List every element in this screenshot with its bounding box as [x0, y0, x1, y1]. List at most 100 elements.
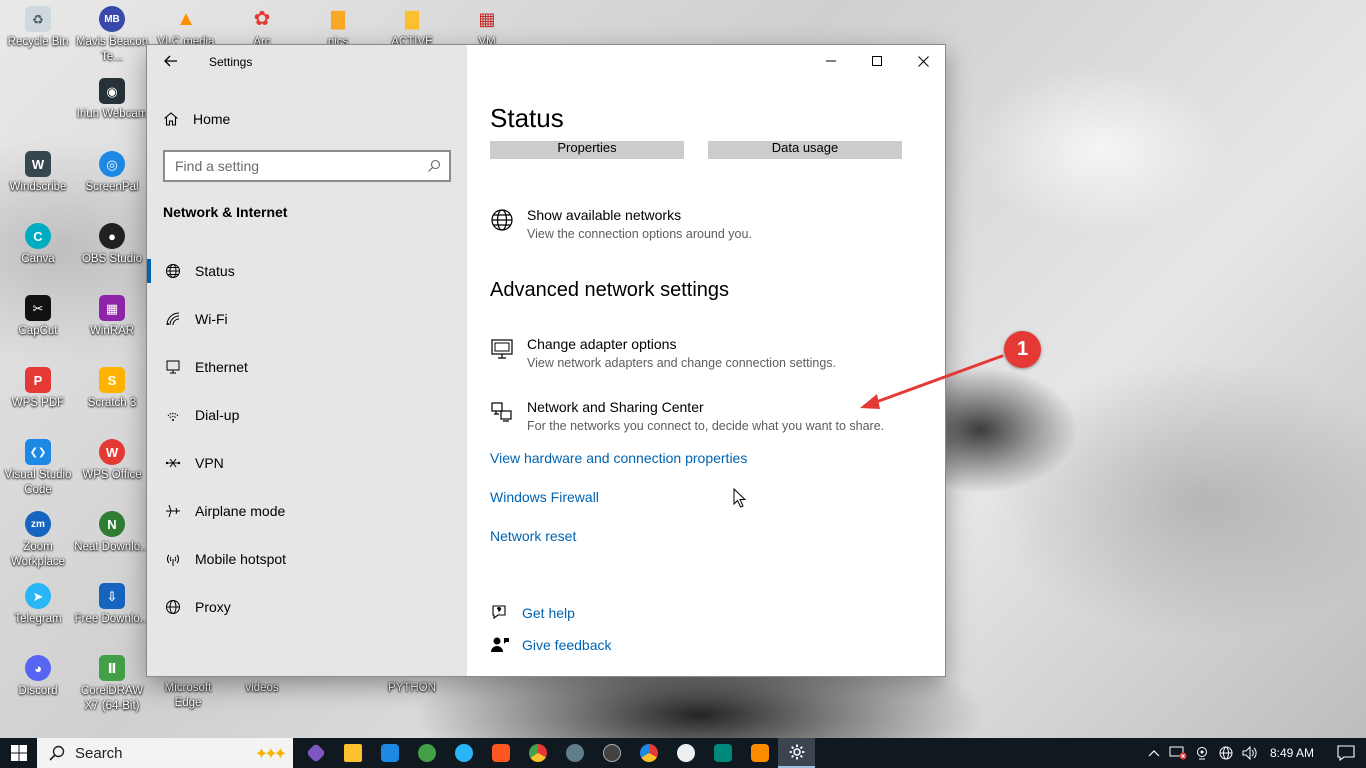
taskbar-app-obs[interactable]	[593, 738, 630, 768]
nav-item-dialup[interactable]: Dial-up	[147, 391, 467, 439]
desktop-icon-zoom[interactable]: zm Zoom Workplace	[0, 511, 76, 570]
desktop-icon-label: WPS PDF	[11, 397, 65, 409]
obs-icon	[602, 744, 621, 762]
taskbar-app-vysor[interactable]	[704, 738, 741, 768]
desktop-icon-label: Recycle Bin	[7, 36, 69, 48]
taskbar-app-file-explorer[interactable]	[334, 738, 371, 768]
taskbar-search-label: Search	[75, 744, 123, 762]
desktop-icon-capcut[interactable]: ✂ CapCut	[0, 295, 76, 339]
back-arrow-icon	[164, 55, 177, 67]
desktop-icon-edge[interactable]: Microsoft Edge	[150, 681, 226, 711]
back-button[interactable]	[161, 51, 181, 71]
free-download-icon: ⇩	[99, 583, 125, 609]
desktop-icon-canva[interactable]: C Canva	[0, 223, 76, 267]
speaker-icon	[1242, 746, 1257, 760]
desktop-icon-label: CorelDRAW X7 (64-Bit)	[80, 685, 144, 712]
network-reset-link[interactable]: Network reset	[490, 528, 576, 544]
taskbar-app-window-manager[interactable]	[741, 738, 778, 768]
taskbar-app-copilot[interactable]	[297, 738, 334, 768]
tray-volume[interactable]	[1238, 738, 1262, 768]
data-usage-button[interactable]: Data usage	[708, 141, 902, 159]
nav-home-label: Home	[193, 111, 231, 127]
desktop-icon-label: Scratch 3	[87, 397, 137, 409]
taskbar-app-whatsapp[interactable]	[408, 738, 445, 768]
windows-firewall-link[interactable]: Windows Firewall	[490, 489, 599, 505]
taskbar-app-vscode[interactable]	[371, 738, 408, 768]
start-button[interactable]	[0, 738, 37, 768]
desktop-icon-label: WPS Office	[82, 469, 142, 481]
annotation-number-badge: 1	[1004, 331, 1041, 368]
taskbar-app-settings[interactable]	[778, 738, 815, 768]
desktop-icon-screenpal[interactable]: ◎ ScreenPal	[74, 151, 150, 195]
nav-home[interactable]: Home	[163, 105, 230, 133]
desktop-icon-python[interactable]: PYTHON	[374, 681, 450, 696]
tray-webcam[interactable]	[1190, 738, 1214, 768]
annotation-arrow	[860, 354, 1004, 409]
desktop-icon-winrar[interactable]: ▦ WinRAR	[74, 295, 150, 339]
nav-item-label: VPN	[195, 455, 224, 471]
desktop-icon-coreldraw[interactable]: Ⅱ CorelDRAW X7 (64-Bit)	[74, 655, 150, 714]
taskbar-app-screenpal[interactable]	[667, 738, 704, 768]
zoom-icon: zm	[25, 511, 51, 537]
nav-item-label: Mobile hotspot	[195, 551, 287, 567]
nav-item-airplane-mode[interactable]: Airplane mode	[147, 487, 467, 535]
vscode-icon: ❮❯	[25, 439, 51, 465]
network-and-sharing-center[interactable]: Network and Sharing Center For the netwo…	[490, 398, 884, 436]
neat-download-icon: N	[99, 511, 125, 537]
find-setting-search[interactable]	[163, 150, 451, 182]
properties-button[interactable]: Properties	[490, 141, 684, 159]
taskbar-app-brave[interactable]	[482, 738, 519, 768]
chrome-icon	[528, 744, 547, 762]
view-hardware-properties-link[interactable]: View hardware and connection properties	[490, 450, 747, 466]
give-feedback-link[interactable]: Give feedback	[490, 635, 612, 655]
desktop-icon-label: Free Downlo...	[74, 613, 150, 625]
nav-item-vpn[interactable]: VPN	[147, 439, 467, 487]
search-input[interactable]	[175, 158, 427, 174]
taskbar-app-telegram[interactable]	[445, 738, 482, 768]
desktop-icon-windscribe[interactable]: W Windscribe	[0, 151, 76, 195]
nav-item-mobile-hotspot[interactable]: Mobile hotspot	[147, 535, 467, 583]
nav-item-proxy[interactable]: Proxy	[147, 583, 467, 631]
desktop-icon-vscode[interactable]: ❮❯ Visual Studio Code	[0, 439, 76, 498]
taskbar-app-chrome-alt[interactable]	[630, 738, 667, 768]
desktop-icon-free-download[interactable]: ⇩ Free Downlo...	[74, 583, 150, 627]
tray-expand-button[interactable]	[1142, 738, 1166, 768]
screenpal-icon: ◎	[99, 151, 125, 177]
desktop-icon-neat-download[interactable]: N Neat Downlo...	[74, 511, 150, 555]
desktop-icon-mavis-beacon[interactable]: MB Mavis Beacon Te...	[74, 6, 150, 65]
get-help-link[interactable]: Get help	[490, 603, 575, 623]
dialup-icon	[165, 407, 181, 423]
desktop-icon-label: Iriun Webcam	[76, 108, 148, 120]
globe-network-icon	[491, 209, 513, 231]
desktop-icon-scratch[interactable]: S Scratch 3	[74, 367, 150, 411]
taskbar-app-chrome[interactable]	[519, 738, 556, 768]
windscribe-icon: W	[25, 151, 51, 177]
desktop-icon-iriun-webcam[interactable]: ◉ Iriun Webcam	[74, 78, 150, 122]
tray-language[interactable]	[1214, 738, 1238, 768]
nav-item-status[interactable]: Status	[147, 247, 467, 295]
nav-item-wifi[interactable]: Wi-Fi	[147, 295, 467, 343]
desktop-icon-videos[interactable]: videos	[224, 681, 300, 696]
folder-icon: ▇	[331, 8, 345, 29]
taskbar-search-box[interactable]: Search ✦✦✦	[37, 738, 293, 768]
show-available-networks[interactable]: Show available networks View the connect…	[490, 206, 752, 244]
desktop-icon-telegram[interactable]: ➤ Telegram	[0, 583, 76, 627]
navigation-pane: Settings Home Network & Internet Status	[147, 45, 467, 676]
taskbar-app-windscribe[interactable]	[556, 738, 593, 768]
desktop-icon-obs-studio[interactable]: ● OBS Studio	[74, 223, 150, 267]
action-center-button[interactable]	[1326, 738, 1366, 768]
desktop-icon-recycle-bin[interactable]: ♻ Recycle Bin	[0, 6, 76, 50]
tray-network-disconnected[interactable]	[1166, 738, 1190, 768]
arc-icon: ✿	[253, 7, 271, 30]
network-sharing-icon	[491, 402, 512, 422]
nav-item-ethernet[interactable]: Ethernet	[147, 343, 467, 391]
desktop-icon-wps-pdf[interactable]: P WPS PDF	[0, 367, 76, 411]
taskbar-clock[interactable]: 8:49 AM	[1270, 746, 1314, 760]
change-adapter-options[interactable]: Change adapter options View network adap…	[490, 335, 836, 373]
desktop-icon-label: Visual Studio Code	[4, 469, 72, 496]
desktop-icon-discord[interactable]: ◕ Discord	[0, 655, 76, 699]
desktop-icon-wps-office[interactable]: W WPS Office	[74, 439, 150, 483]
ethernet-icon	[165, 359, 181, 375]
row-title: Change adapter options	[527, 336, 677, 352]
vlc-icon: ▲	[176, 7, 196, 30]
